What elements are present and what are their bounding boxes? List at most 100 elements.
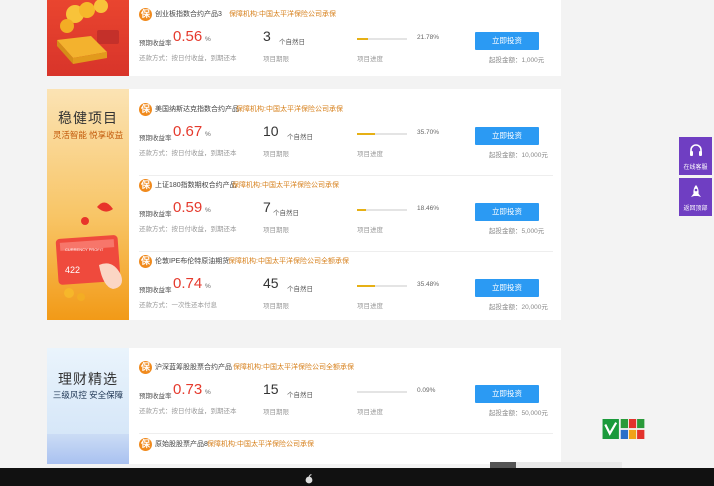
term-unit: 个自然日	[279, 39, 305, 46]
term-label: 项目期限	[263, 56, 289, 63]
term-unit: 个自然日	[273, 210, 299, 217]
progress-value: 21.78%	[417, 34, 440, 41]
min-investment: 起投金额：50,000元	[489, 410, 548, 417]
progress-bar	[357, 285, 407, 287]
apple-logo-icon	[305, 474, 313, 484]
term-unit: 个自然日	[287, 134, 313, 141]
rocket-icon	[691, 185, 701, 197]
guarantee-text: 保障机构:中国太平洋保险公司承保	[229, 11, 336, 18]
gold-coins-banner-image	[47, 0, 129, 76]
progress-label: 项目进度	[357, 227, 383, 234]
term-value: 15	[263, 381, 279, 397]
expected-rate: 0.59	[173, 199, 203, 216]
invest-now-button[interactable]: 立即投资	[475, 203, 539, 221]
term-value: 7	[263, 199, 271, 215]
product-name[interactable]: 沪深蓝筹股股票合约产品	[155, 362, 232, 372]
product-section-3: 理财精选 三级风控 安全保障 保 沪深蓝筹股股票合约产品 保障机构:中国太平洋保…	[47, 348, 561, 464]
progress-bar	[357, 209, 407, 211]
security-certification-icons[interactable]	[600, 419, 656, 439]
product-section-2: 稳健项目 灵活智能 悦享收益 CURRENCY PROFIT 422 保 美国纳…	[47, 89, 561, 320]
product-name[interactable]: 创业板指数合约产品3	[155, 9, 222, 19]
term-label: 项目期限	[263, 409, 289, 416]
rate-label: 预期收益率	[139, 135, 172, 142]
rate-label: 预期收益率	[139, 287, 172, 294]
progress-label: 项目进度	[357, 409, 383, 416]
section-banner-3: 理财精选 三级风控 安全保障	[47, 348, 129, 464]
rate-unit: %	[205, 283, 211, 290]
progress-label: 项目进度	[357, 303, 383, 310]
invest-now-button[interactable]: 立即投资	[475, 32, 539, 50]
product-card: 保 美国纳斯达克指数合约产品 保障机构:中国太平洋保险公司承保 预期收益率 0.…	[139, 101, 553, 176]
red-envelope-banner-image: CURRENCY PROFIT 422	[55, 202, 122, 301]
guarantee-text: 保障机构:中国太平洋保险公司全额承保	[233, 364, 354, 371]
term-label: 项目期限	[263, 227, 289, 234]
product-card: 保 伦敦IPE布伦特原油期货 保障机构:中国太平洋保险公司全额承保 预期收益率 …	[139, 253, 553, 320]
guarantee-badge-icon: 保	[139, 103, 152, 116]
expected-rate: 0.74	[173, 275, 203, 292]
product-card: 保 创业板指数合约产品3 保障机构:中国太平洋保险公司承保 预期收益率 0.56…	[139, 6, 553, 76]
rate-label: 预期收益率	[139, 211, 172, 218]
expected-rate: 0.73	[173, 381, 203, 398]
section-title: 理财精选	[58, 371, 118, 387]
guarantee-badge-icon: 保	[139, 179, 152, 192]
product-name[interactable]: 上证180指数期权合约产品	[155, 180, 237, 190]
back-to-top-button[interactable]: 返回顶部	[679, 178, 712, 216]
rate-unit: %	[205, 131, 211, 138]
progress-label: 项目进度	[357, 151, 383, 158]
card-small-text: CURRENCY PROFIT	[65, 247, 104, 252]
section-banner-2: 稳健项目 灵活智能 悦享收益 CURRENCY PROFIT 422	[47, 89, 129, 320]
repay-method: 还款方式：按日付收益，到期还本	[139, 226, 237, 233]
expected-rate: 0.67	[173, 123, 203, 140]
headset-icon	[690, 144, 702, 156]
min-investment: 起投金额：20,000元	[489, 304, 548, 311]
repay-method: 还款方式：一次性还本付息	[139, 302, 217, 309]
guarantee-badge-icon: 保	[139, 361, 152, 374]
section-subtitle: 三级风控 安全保障	[52, 390, 124, 400]
min-investment: 起投金额：10,000元	[489, 152, 548, 159]
rate-unit: %	[205, 207, 211, 214]
product-name[interactable]: 伦敦IPE布伦特原油期货	[155, 256, 229, 266]
guarantee-badge-icon: 保	[139, 438, 152, 451]
product-card: 保 原始股股票产品8 保障机构:中国太平洋保险公司承保	[139, 436, 553, 464]
term-value: 45	[263, 275, 279, 291]
invest-now-button[interactable]: 立即投资	[475, 279, 539, 297]
rate-unit: %	[205, 36, 211, 43]
progress-bar	[357, 391, 407, 393]
progress-value: 35.70%	[417, 129, 440, 136]
banner-decoration	[47, 434, 129, 464]
product-section-1: 保 创业板指数合约产品3 保障机构:中国太平洋保险公司承保 预期收益率 0.56…	[47, 0, 561, 76]
repay-method: 还款方式：按日付收益，到期还本	[139, 55, 237, 62]
guarantee-text: 保障机构:中国太平洋保险公司承保	[232, 182, 339, 189]
card-amount: 422	[65, 265, 80, 275]
term-unit: 个自然日	[287, 392, 313, 399]
product-card: 保 沪深蓝筹股股票合约产品 保障机构:中国太平洋保险公司全额承保 预期收益率 0…	[139, 359, 553, 434]
guarantee-text: 保障机构:中国太平洋保险公司承保	[236, 106, 343, 113]
guarantee-badge-icon: 保	[139, 8, 152, 21]
term-value: 10	[263, 123, 279, 139]
invest-now-button[interactable]: 立即投资	[475, 385, 539, 403]
rate-unit: %	[205, 389, 211, 396]
product-name[interactable]: 原始股股票产品8	[155, 439, 208, 449]
guarantee-badge-icon: 保	[139, 255, 152, 268]
progress-value: 35.48%	[417, 281, 440, 288]
term-label: 项目期限	[263, 151, 289, 158]
online-service-button[interactable]: 在线客服	[679, 137, 712, 175]
progress-value: 0.09%	[417, 387, 436, 394]
term-label: 项目期限	[263, 303, 289, 310]
bottom-taskbar	[0, 468, 714, 486]
back-to-top-label: 返回顶部	[683, 206, 708, 212]
rate-label: 预期收益率	[139, 40, 172, 47]
progress-value: 18.46%	[417, 205, 440, 212]
product-card: 保 上证180指数期权合约产品 保障机构:中国太平洋保险公司承保 预期收益率 0…	[139, 177, 553, 252]
guarantee-text: 保障机构:中国太平洋保险公司承保	[207, 441, 314, 448]
product-name[interactable]: 美国纳斯达克指数合约产品	[155, 104, 239, 114]
progress-bar	[357, 133, 407, 135]
expected-rate: 0.56	[173, 28, 203, 45]
term-unit: 个自然日	[287, 286, 313, 293]
min-investment: 起投金额：5,000元	[489, 228, 545, 235]
term-value: 3	[263, 28, 271, 44]
guarantee-text: 保障机构:中国太平洋保险公司全额承保	[228, 258, 349, 265]
min-investment: 起投金额：1,000元	[489, 57, 545, 64]
invest-now-button[interactable]: 立即投资	[475, 127, 539, 145]
repay-method: 还款方式：按日付收益，到期还本	[139, 150, 237, 157]
